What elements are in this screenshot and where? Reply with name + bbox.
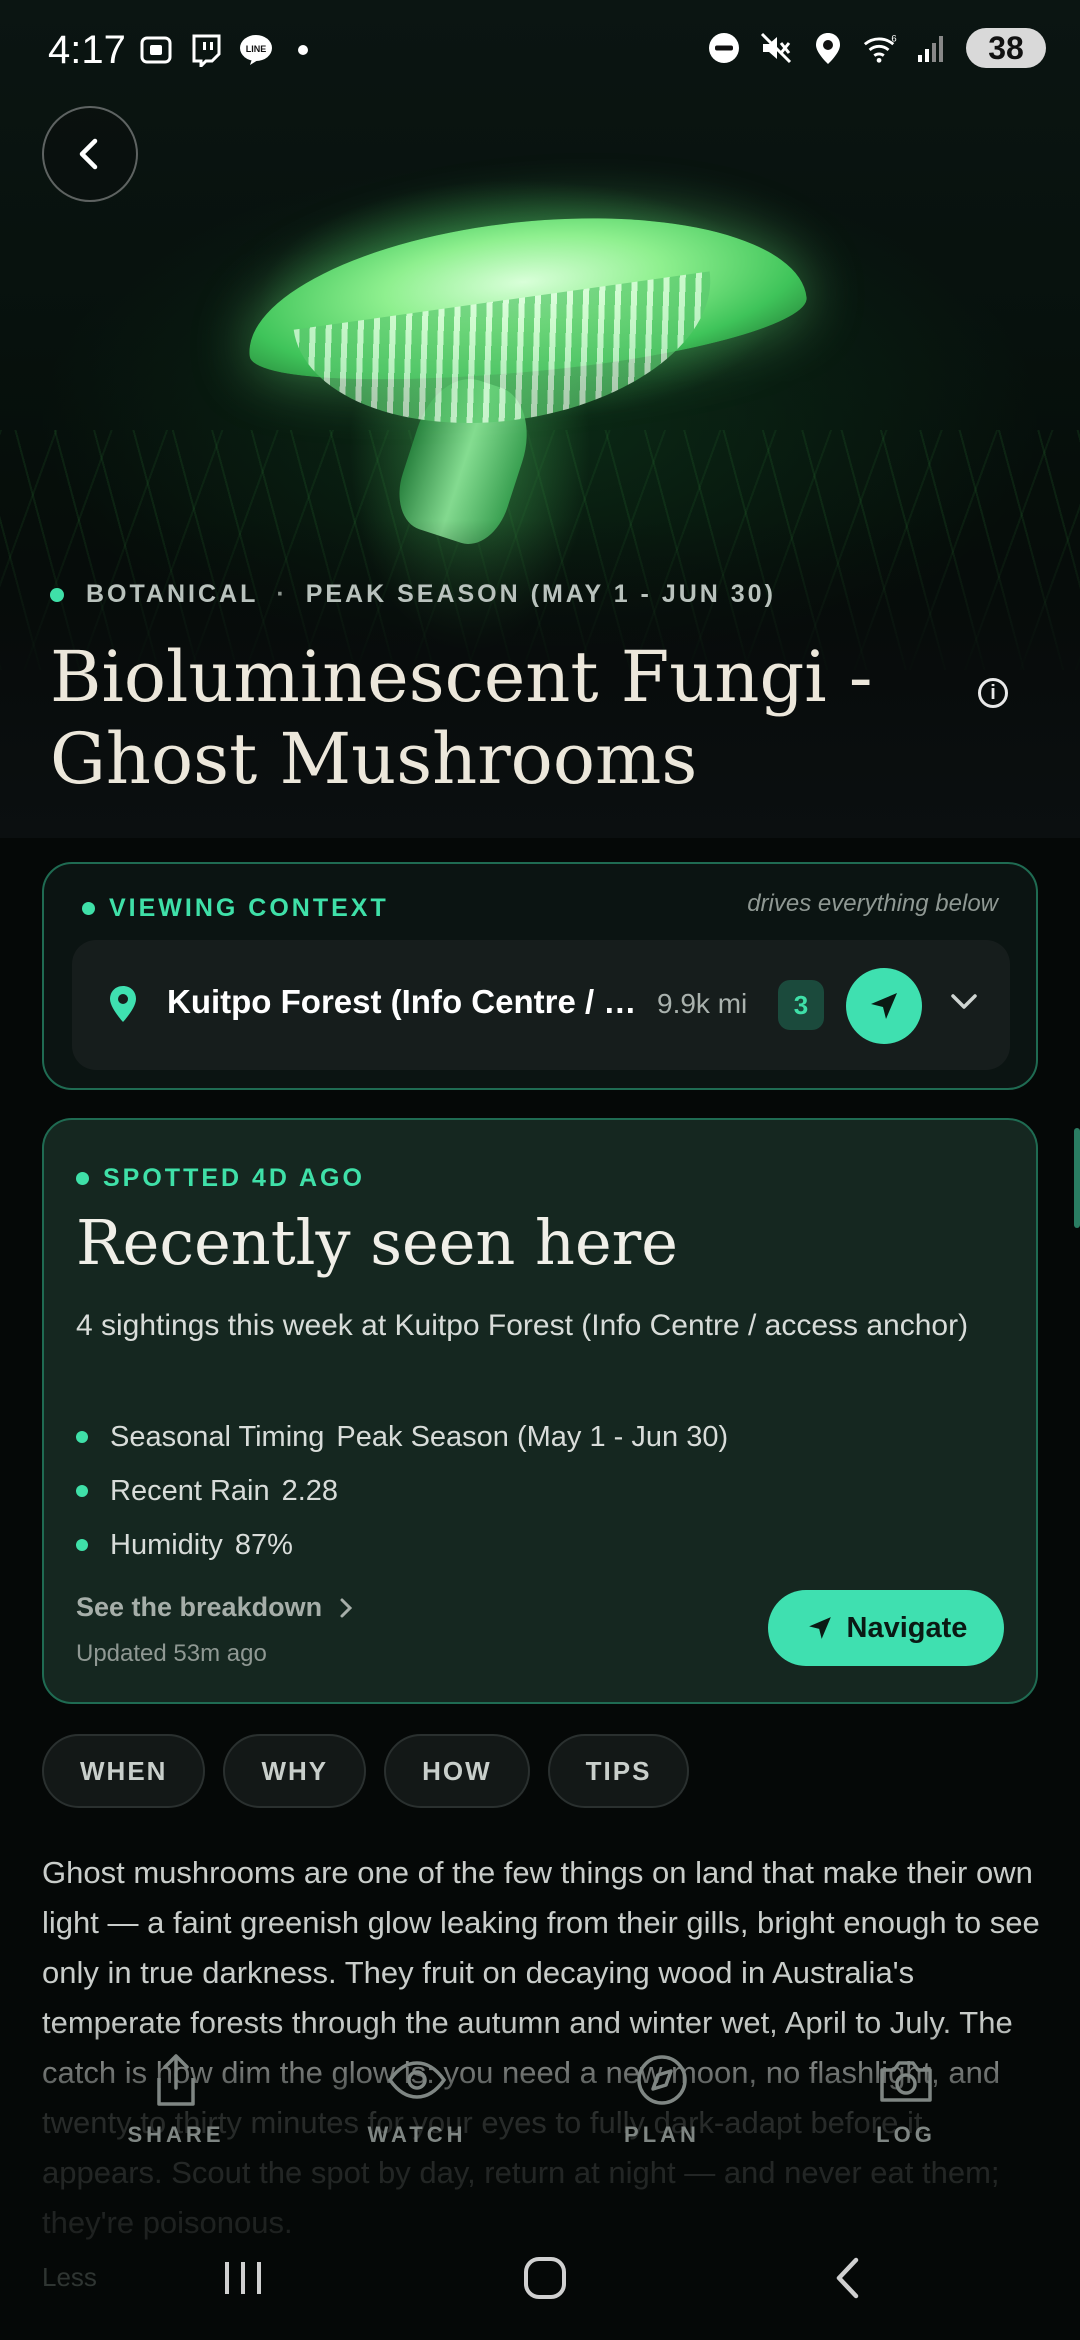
navigation-arrow-icon bbox=[871, 993, 897, 1019]
navigate-label: Navigate bbox=[846, 1611, 968, 1644]
recent-apps-button[interactable] bbox=[203, 2248, 283, 2308]
bullet bbox=[76, 1485, 88, 1497]
plan-label: PLAN bbox=[624, 2122, 700, 2147]
location-selector[interactable]: Kuitpo Forest (Info Centre / access anch… bbox=[72, 940, 1010, 1070]
factor-value: 2.28 bbox=[281, 1474, 339, 1507]
plan-button[interactable]: PLAN bbox=[582, 2050, 742, 2170]
viewing-context-card: VIEWING CONTEXT drives everything below … bbox=[42, 862, 1038, 1090]
log-label: LOG bbox=[876, 2122, 936, 2147]
updated-timestamp: Updated 53m ago bbox=[76, 1640, 267, 1667]
bullet bbox=[76, 1431, 88, 1443]
status-left-icons: LINE bbox=[138, 32, 308, 68]
factor-item: Recent Rain 2.28 bbox=[76, 1464, 728, 1518]
share-icon bbox=[151, 2050, 201, 2110]
factor-label: Recent Rain bbox=[110, 1474, 270, 1507]
status-right-icons: 6 38 bbox=[706, 28, 1046, 68]
svg-text:6: 6 bbox=[891, 33, 896, 44]
watch-label: WATCH bbox=[367, 2122, 467, 2147]
tab-how[interactable]: HOW bbox=[384, 1734, 530, 1808]
status-time: 4:17 bbox=[48, 28, 126, 72]
back-arrow-icon bbox=[836, 2257, 859, 2299]
see-breakdown-link[interactable]: See the breakdown bbox=[76, 1592, 356, 1623]
factor-value: Peak Season (May 1 - Jun 30) bbox=[336, 1420, 729, 1453]
factor-label: Humidity bbox=[110, 1528, 223, 1561]
bullet bbox=[76, 1539, 88, 1551]
notification-dot bbox=[298, 45, 308, 55]
location-icon bbox=[810, 30, 846, 66]
sighting-label: SPOTTED 4D AGO bbox=[76, 1164, 365, 1193]
location-name: Kuitpo Forest (Info Centre / access anch… bbox=[167, 983, 637, 1020]
tab-tips[interactable]: TIPS bbox=[547, 1734, 690, 1808]
system-back-button[interactable] bbox=[808, 2248, 888, 2308]
twitch-icon bbox=[188, 32, 224, 68]
recent-apps-icon bbox=[225, 2262, 261, 2294]
wifi-icon: 6 bbox=[862, 30, 898, 66]
season-tag: PEAK SEASON (MAY 1 - JUN 30) bbox=[305, 580, 776, 608]
info-icon[interactable]: i bbox=[978, 678, 1008, 708]
sighting-description: 4 sightings this week at Kuitpo Forest (… bbox=[76, 1309, 969, 1342]
page-title: Bioluminescent Fungi - Ghost Mushrooms bbox=[50, 636, 873, 800]
map-pin-icon bbox=[108, 984, 138, 1029]
eye-icon bbox=[387, 2050, 447, 2110]
line-icon: LINE bbox=[238, 32, 274, 68]
breakdown-link-text: See the breakdown bbox=[76, 1592, 323, 1622]
screenshot-icon bbox=[138, 32, 174, 68]
camera-icon bbox=[878, 2050, 934, 2110]
viewing-context-hint: drives everything below bbox=[747, 890, 998, 917]
back-button[interactable] bbox=[42, 106, 138, 202]
factor-label: Seasonal Timing bbox=[110, 1420, 325, 1453]
system-navigation-bar bbox=[0, 2220, 1080, 2340]
log-button[interactable]: LOG bbox=[826, 2050, 986, 2170]
factor-list: Seasonal Timing Peak Season (May 1 - Jun… bbox=[76, 1410, 728, 1572]
status-bar: 4:17 LINE 6 38 bbox=[0, 0, 1080, 100]
compass-icon bbox=[635, 2050, 689, 2110]
navigation-arrow-icon bbox=[808, 1617, 831, 1639]
svg-text:LINE: LINE bbox=[246, 44, 267, 54]
sighting-title: Recently seen here bbox=[76, 1206, 678, 1279]
sighting-card: SPOTTED 4D AGO Recently seen here 4 sigh… bbox=[42, 1118, 1038, 1704]
scroll-indicator bbox=[1074, 1128, 1080, 1228]
share-label: SHARE bbox=[127, 2122, 225, 2147]
category-tag: BOTANICAL bbox=[86, 580, 259, 608]
signal-icon bbox=[914, 30, 950, 66]
action-bar: SHARE WATCH PLAN LOG bbox=[0, 2050, 1080, 2170]
chevron-right-icon bbox=[340, 1598, 353, 1617]
locate-button[interactable] bbox=[846, 968, 922, 1044]
tab-when[interactable]: WHEN bbox=[42, 1734, 206, 1808]
home-button[interactable] bbox=[505, 2248, 585, 2308]
dnd-icon bbox=[706, 30, 742, 66]
chevron-left-icon bbox=[79, 138, 98, 170]
navigate-button[interactable]: Navigate bbox=[768, 1590, 1004, 1666]
label-dot bbox=[76, 1172, 89, 1185]
factor-item: Seasonal Timing Peak Season (May 1 - Jun… bbox=[76, 1410, 728, 1464]
category-dot bbox=[50, 587, 64, 602]
home-icon bbox=[524, 2257, 566, 2299]
sighting-label-text: SPOTTED 4D AGO bbox=[103, 1164, 365, 1192]
tab-why[interactable]: WHY bbox=[223, 1734, 367, 1808]
viewing-context-label: VIEWING CONTEXT bbox=[82, 894, 389, 923]
label-dot bbox=[82, 902, 95, 915]
battery-indicator: 38 bbox=[966, 28, 1046, 68]
viewing-context-label-text: VIEWING CONTEXT bbox=[109, 894, 389, 922]
location-count-badge: 3 bbox=[778, 980, 824, 1030]
mute-icon bbox=[758, 30, 794, 66]
factor-item: Humidity 87% bbox=[76, 1518, 728, 1572]
watch-button[interactable]: WATCH bbox=[337, 2050, 497, 2170]
location-distance: 9.9k mi bbox=[657, 988, 748, 1019]
share-button[interactable]: SHARE bbox=[96, 2050, 256, 2170]
chevron-down-icon[interactable] bbox=[948, 986, 980, 1023]
tag-separator: · bbox=[276, 580, 288, 608]
hero-tags: BOTANICAL · PEAK SEASON (MAY 1 - JUN 30) bbox=[50, 580, 776, 609]
factor-value: 87% bbox=[234, 1528, 293, 1561]
section-tabs: WHEN WHY HOW TIPS bbox=[42, 1734, 690, 1808]
